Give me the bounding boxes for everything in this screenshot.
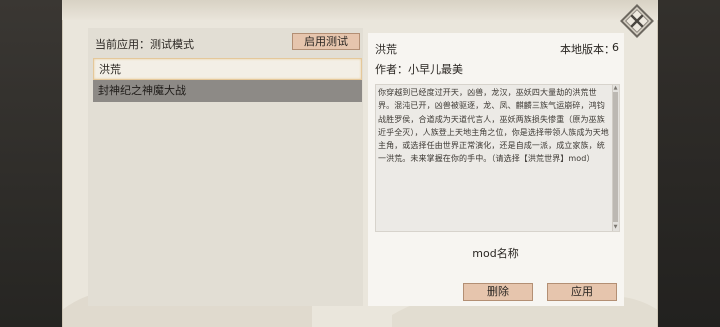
mod-title: 洪荒 [375,43,397,56]
local-version-value: 6 [612,41,619,54]
apply-button[interactable]: 应用 [547,283,617,301]
enable-test-button[interactable]: 启用测试 [292,33,360,50]
mod-name-label: mod名称 [472,247,519,260]
close-icon[interactable] [619,3,655,39]
delete-button[interactable]: 删除 [463,283,533,301]
mod-author: 作者：小早儿最美 [375,63,463,76]
panel-top-strip [62,0,658,20]
scroll-down-arrow-icon[interactable]: ▼ [612,224,619,230]
mod-description: 你穿越到已经度过开天，凶兽，龙汉，巫妖四大量劫的洪荒世界。混沌已开，凶兽被驱逐，… [378,88,609,164]
mod-list-item[interactable]: 封神纪之神魔大战 [93,80,362,102]
scrollbar-thumb[interactable] [613,92,618,222]
backdrop-right [658,0,720,327]
scroll-up-arrow-icon[interactable]: ▲ [612,85,619,91]
mod-list-item[interactable]: 洪荒 [93,58,362,80]
current-app-label: 当前应用：测试模式 [95,38,194,51]
local-version-label: 本地版本： [560,43,615,56]
backdrop-left [0,0,62,327]
